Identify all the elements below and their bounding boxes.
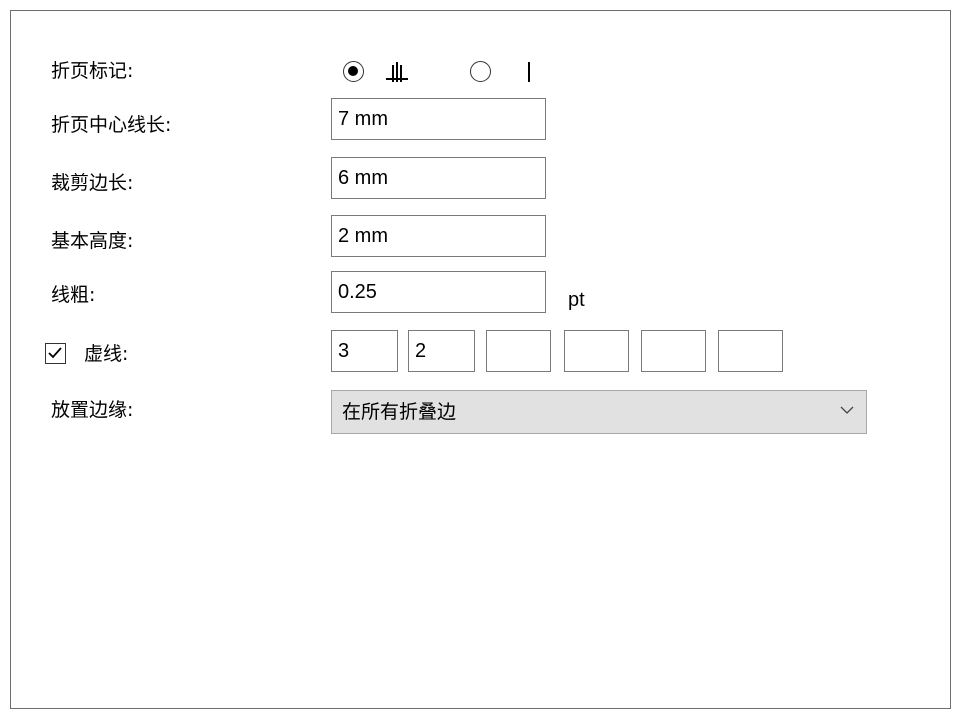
base-height-label: 基本高度: [51, 230, 134, 252]
fold-mark-label: 折页标记: [51, 60, 134, 82]
fold-mark-line-icon [528, 62, 530, 82]
fold-mark-line-radio[interactable] [470, 61, 491, 82]
placement-edge-dropdown[interactable]: 在所有折叠边 [331, 390, 867, 434]
dash-length-2-input[interactable] [486, 330, 551, 372]
fold-mark-cross-icon [386, 62, 408, 82]
line-weight-label: 线粗: [51, 284, 96, 306]
radio-selected-dot [348, 66, 358, 76]
dashed-checkbox[interactable] [45, 343, 66, 364]
line-weight-input[interactable]: 0.25 [331, 271, 546, 313]
checkmark-icon [48, 347, 62, 359]
chevron-down-icon [840, 406, 854, 414]
placement-edge-label: 放置边缘: [51, 399, 134, 421]
cut-edge-length-label: 裁剪边长: [51, 172, 134, 194]
placement-edge-selected: 在所有折叠边 [342, 401, 457, 423]
center-line-length-label: 折页中心线长: [51, 114, 172, 136]
fold-mark-cross-radio[interactable] [343, 61, 364, 82]
dash-length-3-input[interactable] [641, 330, 706, 372]
line-weight-unit: pt [568, 289, 585, 311]
gap-length-2-input[interactable] [564, 330, 629, 372]
base-height-input[interactable]: 2 mm [331, 215, 546, 257]
fold-mark-settings-panel: 折页标记: 折页中心线长: 7 mm 裁剪边长: 6 mm 基本高度: 2 mm… [10, 10, 951, 709]
cut-edge-length-input[interactable]: 6 mm [331, 157, 546, 199]
dash-length-1-input[interactable]: 3 [331, 330, 398, 372]
dashed-label: 虚线: [84, 343, 129, 365]
gap-length-3-input[interactable] [718, 330, 783, 372]
center-line-length-input[interactable]: 7 mm [331, 98, 546, 140]
gap-length-1-input[interactable]: 2 [408, 330, 475, 372]
